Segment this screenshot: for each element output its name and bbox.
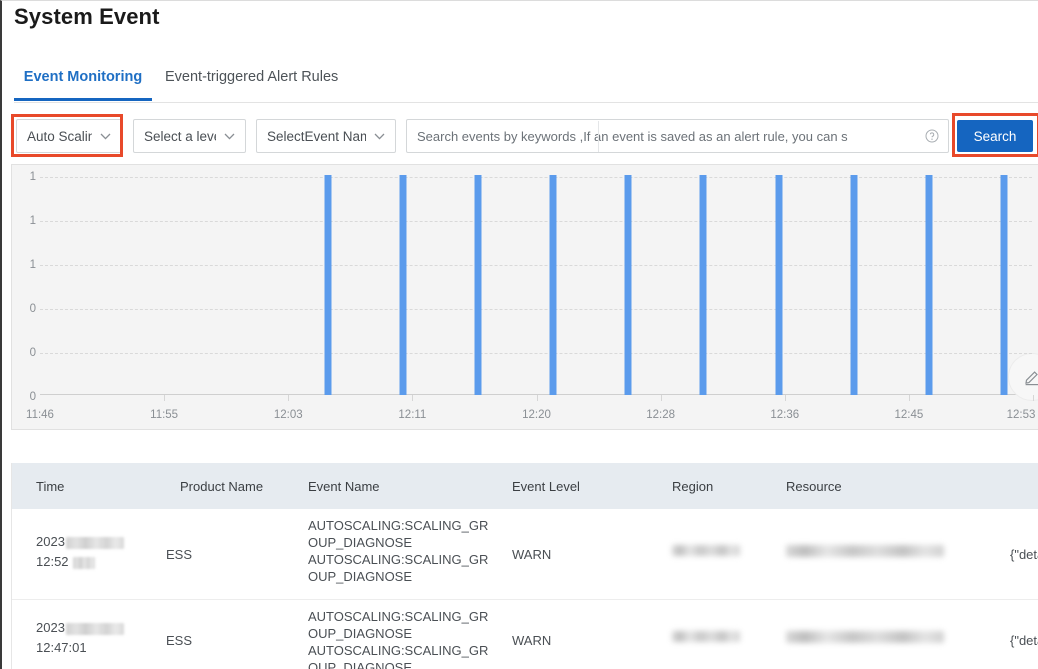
table-header-region[interactable]: Region xyxy=(672,479,713,494)
cell-details: {"details": xyxy=(1010,547,1038,562)
cell-resource xyxy=(786,631,944,643)
tab-bar: Event Monitoring Event-triggered Alert R… xyxy=(2,63,1038,103)
cell-resource xyxy=(786,545,944,557)
chart-bar[interactable] xyxy=(474,175,482,395)
chart-bar[interactable] xyxy=(925,175,933,395)
chart-gridline xyxy=(40,353,1032,354)
chart-y-tick-label: 0 xyxy=(29,347,36,359)
chart-x-tick-label: 12:20 xyxy=(522,409,551,421)
table-row[interactable]: 2023 12:47:01 ESS AUTOSCALING:SCALING_GR OU… xyxy=(12,600,1038,669)
chart-gridline xyxy=(40,265,1032,266)
chart-x-tick xyxy=(660,395,662,401)
chart-x-tick xyxy=(908,395,910,401)
chart-y-tick-label: 0 xyxy=(29,391,36,403)
event-name-select-label: SelectEvent Name xyxy=(267,128,366,144)
chevron-down-icon xyxy=(374,133,385,140)
search-input[interactable] xyxy=(407,121,925,151)
cell-region xyxy=(672,545,740,556)
chart-x-tick xyxy=(536,395,538,401)
cell-event-name: AUTOSCALING:SCALING_GR OUP_DIAGNOSE AUTO… xyxy=(308,609,489,669)
level-select-label: Select a level xyxy=(144,128,216,144)
search-field[interactable] xyxy=(406,119,949,153)
table-header-resource[interactable]: Resource xyxy=(786,479,842,494)
cell-product-name: ESS xyxy=(166,633,193,648)
events-table: Time Product Name Event Name Event Level Reg… xyxy=(11,463,1038,669)
chart-x-tick-label: 12:45 xyxy=(894,409,924,421)
chart-y-tick-label: 1 xyxy=(29,215,36,227)
chart-x-tick xyxy=(784,395,786,401)
chart-gridline xyxy=(40,177,1032,178)
chart-x-tick xyxy=(288,395,290,401)
tab-event-monitoring[interactable]: Event Monitoring xyxy=(14,63,152,101)
level-select[interactable]: Select a level xyxy=(133,119,246,153)
event-chart[interactable]: 1 1 1 0 0 0 11:46 11:55 12:03 12:11 12:20 12:28 12:3… xyxy=(12,165,1038,429)
chart-x-tick-label: 12:11 xyxy=(398,409,427,421)
chart-x-tick-label: 12:03 xyxy=(273,409,303,421)
question-circle-icon[interactable] xyxy=(925,129,939,143)
cell-event-name: AUTOSCALING:SCALING_GR OUP_DIAGNOSE AUTO… xyxy=(308,518,489,584)
chart-y-tick-label: 1 xyxy=(29,259,36,271)
chart-x-tick-label: 12:28 xyxy=(646,409,676,421)
chart-x-tick-label: 12:53 xyxy=(1006,409,1036,421)
chart-bar[interactable] xyxy=(699,175,707,395)
cell-region xyxy=(672,631,740,642)
cell-details: {"details": xyxy=(1010,633,1038,648)
chart-bar[interactable] xyxy=(324,175,332,395)
chart-y-tick-label: 1 xyxy=(29,171,36,183)
product-select-label: Auto Scaling xyxy=(27,128,92,144)
chart-bar[interactable] xyxy=(624,175,632,395)
table-header-product_name[interactable]: Product Name xyxy=(180,479,263,494)
table-header-time[interactable]: Time xyxy=(36,479,64,494)
chart-x-tick xyxy=(164,395,166,401)
filter-bar: Auto Scaling Select a level SelectEvent … xyxy=(2,113,1038,163)
chart-gridline xyxy=(40,309,1032,310)
chart-x-tick-label: 11:46 xyxy=(26,409,54,421)
cell-product-name: ESS xyxy=(166,547,193,562)
chart-gridline xyxy=(40,221,1032,222)
product-select[interactable]: Auto Scaling xyxy=(16,119,122,153)
cell-time: 2023 12:52 xyxy=(36,532,124,572)
chart-x-tick xyxy=(412,395,414,401)
tab-bar-underline xyxy=(14,102,1038,103)
chart-bar[interactable] xyxy=(399,175,407,395)
table-header-event_name[interactable]: Event Name xyxy=(308,479,380,494)
chart-x-tick-label: 12:36 xyxy=(770,409,800,421)
chart-bar[interactable] xyxy=(549,175,557,395)
cell-event-level: WARN xyxy=(512,633,552,648)
event-name-select[interactable]: SelectEvent Name xyxy=(256,119,396,153)
cell-event-level: WARN xyxy=(512,547,552,562)
pencil-icon xyxy=(1025,371,1038,386)
chevron-down-icon xyxy=(100,133,111,140)
chart-x-tick-label: 11:55 xyxy=(150,409,179,421)
page-title: System Event xyxy=(14,4,160,29)
search-button[interactable]: Search xyxy=(957,120,1033,152)
cell-time: 2023 12:47:01 xyxy=(36,618,124,658)
system-event-page: System Event Event Monitoring Event-trig… xyxy=(0,0,1038,669)
table-row[interactable]: 2023 12:52 ESS AUTOSCALING:SCALING_GR OUP_D… xyxy=(12,509,1038,600)
tab-event-triggered-alert-rules[interactable]: Event-triggered Alert Rules xyxy=(165,63,338,101)
chart-bar[interactable] xyxy=(775,175,783,395)
table-body: 2023 12:52 ESS AUTOSCALING:SCALING_GR OUP_D… xyxy=(12,509,1038,669)
table-header-event_level[interactable]: Event Level xyxy=(512,479,580,494)
search-field-seam xyxy=(598,121,599,152)
chart-y-tick-label: 0 xyxy=(29,303,36,315)
chart-bar[interactable] xyxy=(1000,175,1008,395)
table-header-row: Time Product Name Event Name Event Level Reg… xyxy=(12,463,1038,509)
event-chart-panel: 1 1 1 0 0 0 11:46 11:55 12:03 12:11 12:20 12:28 12:3… xyxy=(11,164,1038,430)
chart-x-tick xyxy=(1033,395,1034,401)
chart-bar[interactable] xyxy=(850,175,858,395)
chevron-down-icon xyxy=(224,133,235,140)
